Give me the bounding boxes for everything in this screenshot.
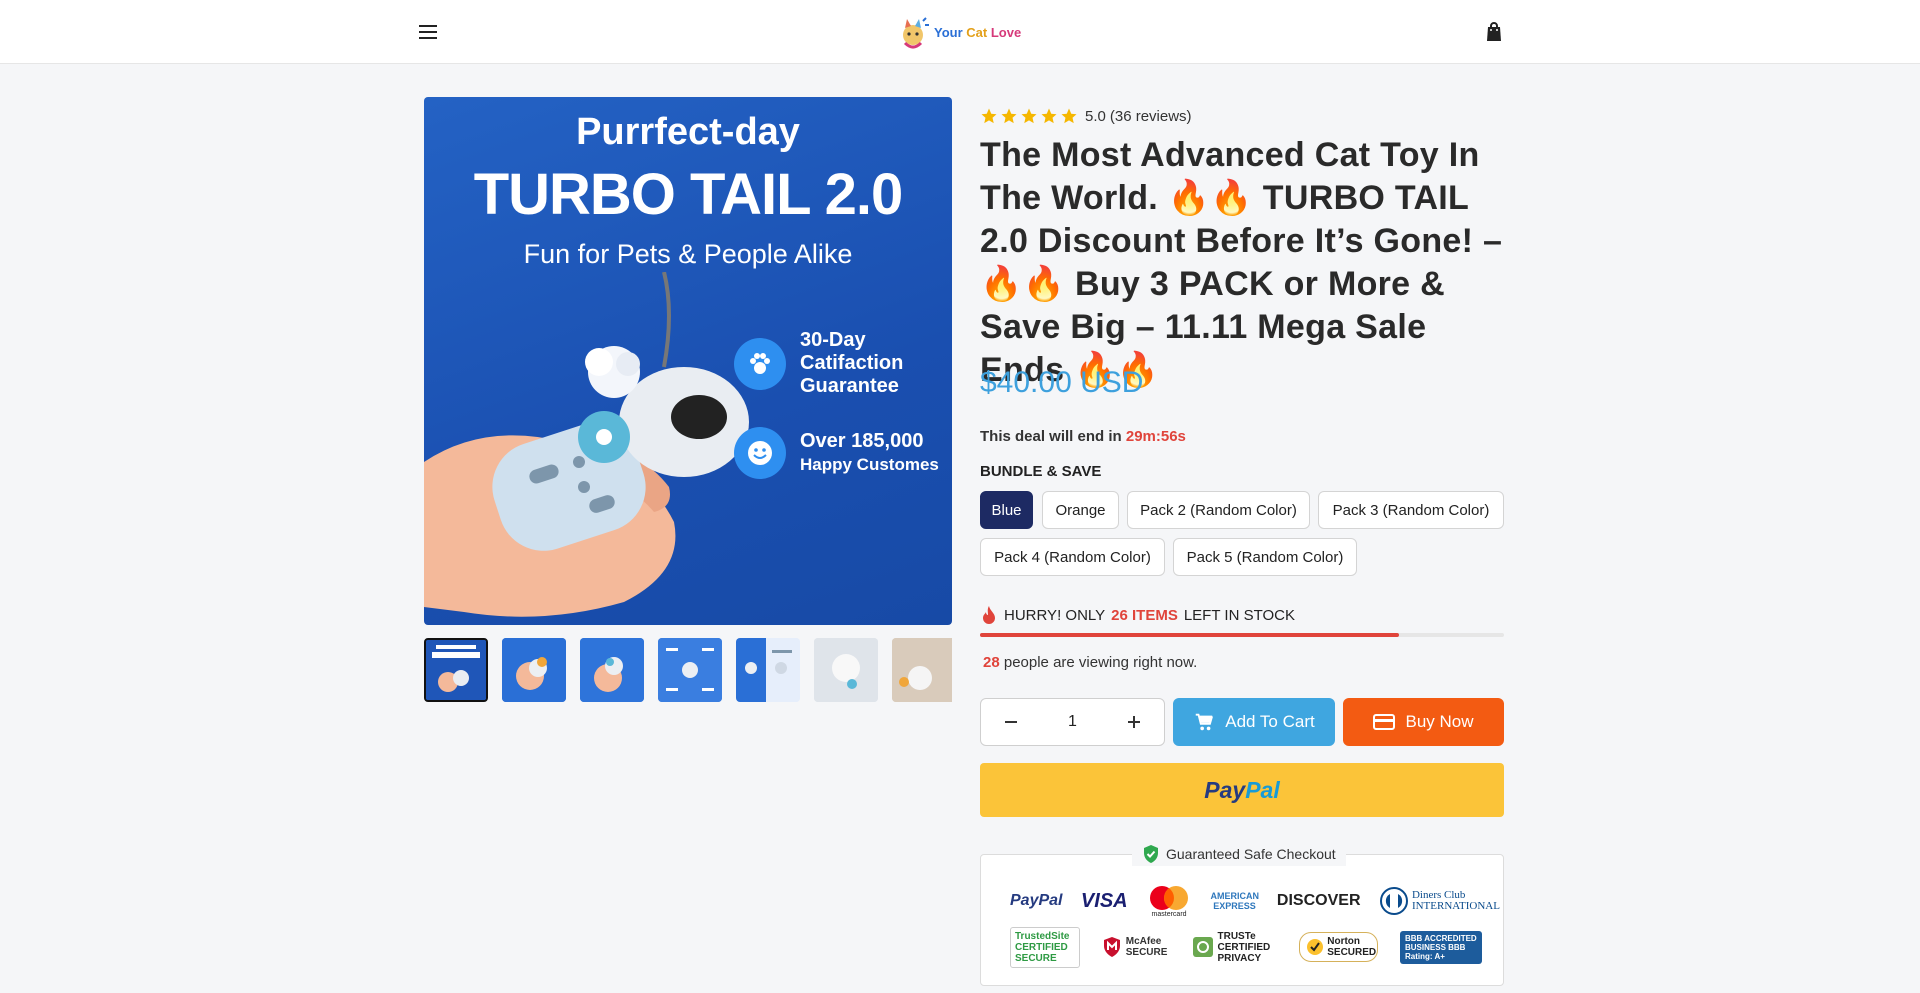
mcafee-secure-badge: McAfee SECURE [1102,936,1170,958]
american-express-logo: AMERICAN EXPRESS [1210,891,1259,911]
site-logo[interactable]: Your Cat Love [896,10,1021,54]
deal-countdown: This deal will end in 29m:56s [980,428,1186,445]
stock-count: 26 ITEMS [1111,606,1178,624]
countdown-timer: 29m:56s [1125,428,1186,445]
site-header: Your Cat Love [0,0,1920,64]
product-price: $40.00 USD [980,366,1144,399]
variant-pack-5[interactable]: Pack 5 (Random Color) [1173,538,1357,576]
star-icon [1001,108,1017,124]
image-brand-text: Purrfect-day [576,111,800,153]
fire-icon [983,606,995,624]
viewers-notice: 28 people are viewing right now. [983,654,1198,671]
thumbnail-3[interactable] [580,638,644,702]
variant-pack-3[interactable]: Pack 3 (Random Color) [1318,491,1504,529]
stock-progress-fill [980,633,1400,637]
cart-icon [1196,713,1214,731]
star-icon [1041,108,1057,124]
increase-quantity-button[interactable] [1104,699,1164,745]
guarantee-badge: 30-Day Catifaction Guarantee [734,329,944,398]
thumbnail-4[interactable] [658,638,722,702]
bundle-label: BUNDLE & SAVE [980,463,1102,480]
add-to-cart-button[interactable]: Add To Cart [1173,698,1335,746]
thumbnail-5[interactable] [736,638,800,702]
plus-icon [1128,716,1140,728]
visa-logo: VISA [1080,889,1128,912]
stock-progress-bar [980,633,1504,637]
buy-now-button[interactable]: Buy Now [1343,698,1504,746]
thumbnail-2[interactable] [502,638,566,702]
variant-blue[interactable]: Blue [980,491,1033,529]
safe-checkout-title: Guaranteed Safe Checkout [1132,842,1346,866]
mastercard-logo: mastercard [1146,885,1192,918]
image-tagline: Fun for Pets & People Alike [523,239,853,269]
quantity-input[interactable] [1041,699,1104,745]
variant-pack-2[interactable]: Pack 2 (Random Color) [1127,491,1310,529]
diners-club-logo: Diners Club INTERNATIONAL [1379,886,1500,916]
thumbnail-7[interactable] [892,638,952,702]
smile-icon [734,427,786,479]
paypal-logo: PayPal [1204,776,1280,803]
variant-orange[interactable]: Orange [1042,491,1119,529]
product-title: The Most Advanced Cat Toy In The World. … [980,136,1503,389]
shield-check-icon [1144,845,1158,863]
decrease-quantity-button[interactable] [981,699,1041,745]
shopping-bag-icon[interactable] [1480,18,1508,46]
quantity-stepper [980,698,1165,746]
norton-secured-badge: Norton SECURED [1299,932,1379,962]
stock-notice: HURRY! ONLY 26 ITEMS LEFT IN STOCK [980,605,1295,625]
discover-logo: DISCOVER [1276,892,1361,909]
payment-logos: PayPal VISA mastercard AMERICAN EXPRESS … [1010,884,1500,918]
rating-reviews: (36 reviews) [1109,107,1192,125]
star-icon [1061,108,1077,124]
star-icon [1021,108,1037,124]
star-icon [981,108,997,124]
trustedsite-badge: TrustedSite CERTIFIED SECURE [1010,926,1080,968]
image-product-name: TURBO TAIL 2.0 [473,162,904,227]
truste-badge: TRUSTe CERTIFIED PRIVACY [1192,931,1278,964]
product-main-image[interactable]: Purrfect-day TURBO TAIL 2.0 Fun for Pets… [424,97,952,625]
rating-value: 5.0 [1085,107,1106,125]
bbb-accredited-badge: BBB ACCREDITED BUSINESS BBB Rating: A+ [1400,930,1482,964]
rating-stars [980,107,1078,125]
paypal-payment-logo: PayPal [1010,892,1063,909]
thumbnail-6[interactable] [814,638,878,702]
viewers-count: 28 [983,654,1000,671]
thumbnail-strip [424,638,952,703]
variant-pack-4[interactable]: Pack 4 (Random Color) [980,538,1165,576]
minus-icon [1005,721,1017,723]
customers-badge: Over 185,000 Happy Customes [734,427,944,479]
menu-icon[interactable] [414,18,442,46]
paw-icon [734,337,786,390]
cat-logo-icon [896,13,930,51]
thumbnail-1[interactable] [424,638,488,702]
logo-text: Your Cat Love [934,24,1022,40]
trust-badges: TrustedSite CERTIFIED SECURE McAfee SECU… [1010,926,1482,968]
product-photo [424,272,749,617]
paypal-checkout-button[interactable]: PayPal [980,763,1504,817]
credit-card-icon [1373,714,1396,730]
product-rating[interactable]: 5.0 (36 reviews) [980,106,1192,126]
